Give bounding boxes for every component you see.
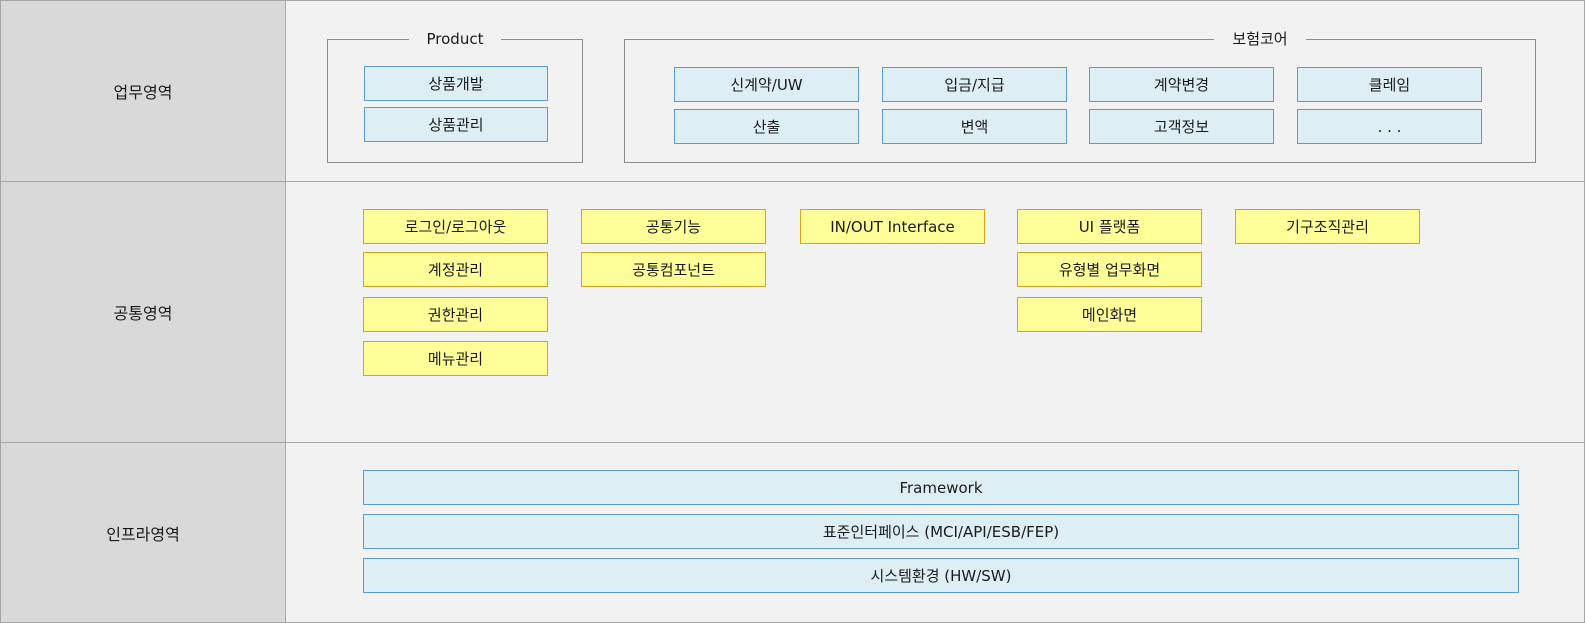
- common-band-content: 로그인/로그아웃 계정관리 권한관리 메뉴관리 공통기능 공통컴포넌트 IN/O…: [286, 181, 1585, 442]
- infra-item: 시스템환경 (HW/SW): [363, 558, 1519, 593]
- insurance-core-item: 입금/지급: [882, 67, 1067, 102]
- common-item: 메뉴관리: [363, 341, 548, 376]
- architecture-diagram: 업무영역 Product 상품개발 상품관리 보험코어 신계약/UW 입금/지급…: [0, 0, 1585, 623]
- common-item: UI 플랫폼: [1017, 209, 1202, 244]
- product-item: 상품관리: [364, 107, 548, 142]
- common-item: 유형별 업무화면: [1017, 252, 1202, 287]
- insurance-core-item: 클레임: [1297, 67, 1482, 102]
- infra-band-content: Framework 표준인터페이스 (MCI/API/ESB/FEP) 시스템환…: [286, 442, 1585, 623]
- common-item: 계정관리: [363, 252, 548, 287]
- common-item: IN/OUT Interface: [800, 209, 985, 244]
- infra-item: 표준인터페이스 (MCI/API/ESB/FEP): [363, 514, 1519, 549]
- insurance-core-item: 고객정보: [1089, 109, 1274, 144]
- common-item: 권한관리: [363, 297, 548, 332]
- common-band-label: 공통영역: [0, 181, 286, 442]
- insurance-core-item: . . .: [1297, 109, 1482, 144]
- insurance-core-group-title: 보험코어: [1214, 30, 1306, 48]
- common-band: 공통영역 로그인/로그아웃 계정관리 권한관리 메뉴관리 공통기능 공통컴포넌트…: [0, 181, 1585, 442]
- product-group: Product 상품개발 상품관리: [327, 30, 583, 163]
- infra-band: 인프라영역 Framework 표준인터페이스 (MCI/API/ESB/FEP…: [0, 442, 1585, 623]
- infra-item: Framework: [363, 470, 1519, 505]
- common-item: 메인화면: [1017, 297, 1202, 332]
- insurance-core-item: 신계약/UW: [674, 67, 859, 102]
- common-item: 기구조직관리: [1235, 209, 1420, 244]
- infra-band-label: 인프라영역: [0, 442, 286, 623]
- common-item: 공통기능: [581, 209, 766, 244]
- common-item: 공통컴포넌트: [581, 252, 766, 287]
- insurance-core-group: 보험코어 신계약/UW 입금/지급 계약변경 클레임 산출 변액 고객정보 . …: [624, 30, 1536, 163]
- insurance-core-item: 계약변경: [1089, 67, 1274, 102]
- insurance-core-item: 산출: [674, 109, 859, 144]
- business-band: 업무영역 Product 상품개발 상품관리 보험코어 신계약/UW 입금/지급…: [0, 0, 1585, 181]
- business-band-content: Product 상품개발 상품관리 보험코어 신계약/UW 입금/지급 계약변경…: [286, 0, 1585, 181]
- product-group-title: Product: [408, 30, 502, 48]
- business-band-label: 업무영역: [0, 0, 286, 181]
- product-item: 상품개발: [364, 66, 548, 101]
- common-item: 로그인/로그아웃: [363, 209, 548, 244]
- insurance-core-item: 변액: [882, 109, 1067, 144]
